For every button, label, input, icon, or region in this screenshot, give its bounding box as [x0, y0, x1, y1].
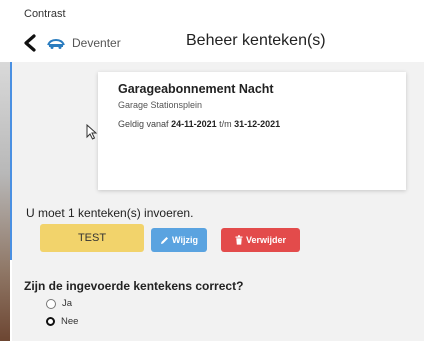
valid-until-date: 31-12-2021	[234, 119, 281, 129]
accent-bar	[10, 62, 12, 260]
valid-from-date: 24-11-2021	[171, 119, 217, 129]
car-icon	[47, 38, 65, 49]
subscription-title: Garageabonnement Nacht	[118, 82, 274, 96]
radio-label-nee: Nee	[61, 316, 79, 327]
valid-from-label: Geldig vanaf	[118, 119, 169, 129]
radio-option-nee[interactable]: Nee	[46, 316, 78, 327]
radio-button-nee[interactable]	[46, 317, 55, 326]
header: Contrast Deventer Beheer kenteken(s)	[0, 0, 436, 60]
subscription-card: Garageabonnement Nacht Garage Stationspl…	[98, 72, 406, 190]
right-edge	[424, 62, 436, 341]
radio-label-ja: Ja	[62, 298, 73, 309]
radio-option-ja[interactable]: Ja	[46, 298, 72, 309]
delete-button[interactable]: Verwijder	[221, 228, 300, 252]
background-strip	[0, 62, 10, 341]
location-name: Deventer	[72, 36, 121, 50]
garage-name: Garage Stationsplein	[118, 100, 203, 110]
page-title: Beheer kenteken(s)	[186, 32, 326, 49]
chevron-left-icon[interactable]	[22, 34, 38, 52]
validity-period: Geldig vanaf 24-11-2021 t/m 31-12-2021	[118, 119, 280, 129]
radio-button-ja[interactable]	[46, 298, 56, 309]
license-plate-field[interactable]: TEST	[40, 224, 144, 252]
app-name: Contrast	[24, 8, 66, 20]
pencil-icon	[161, 236, 169, 244]
mouse-cursor-icon	[86, 124, 97, 140]
confirmation-question: Zijn de ingevoerde kentekens correct?	[24, 279, 244, 293]
edit-button[interactable]: Wijzig	[151, 228, 207, 252]
delete-button-label: Verwijder	[245, 235, 287, 245]
edit-button-label: Wijzig	[172, 235, 198, 245]
trash-icon	[235, 235, 243, 245]
plate-instruction: U moet 1 kenteken(s) invoeren.	[26, 206, 194, 220]
until-label: t/m	[219, 119, 232, 129]
